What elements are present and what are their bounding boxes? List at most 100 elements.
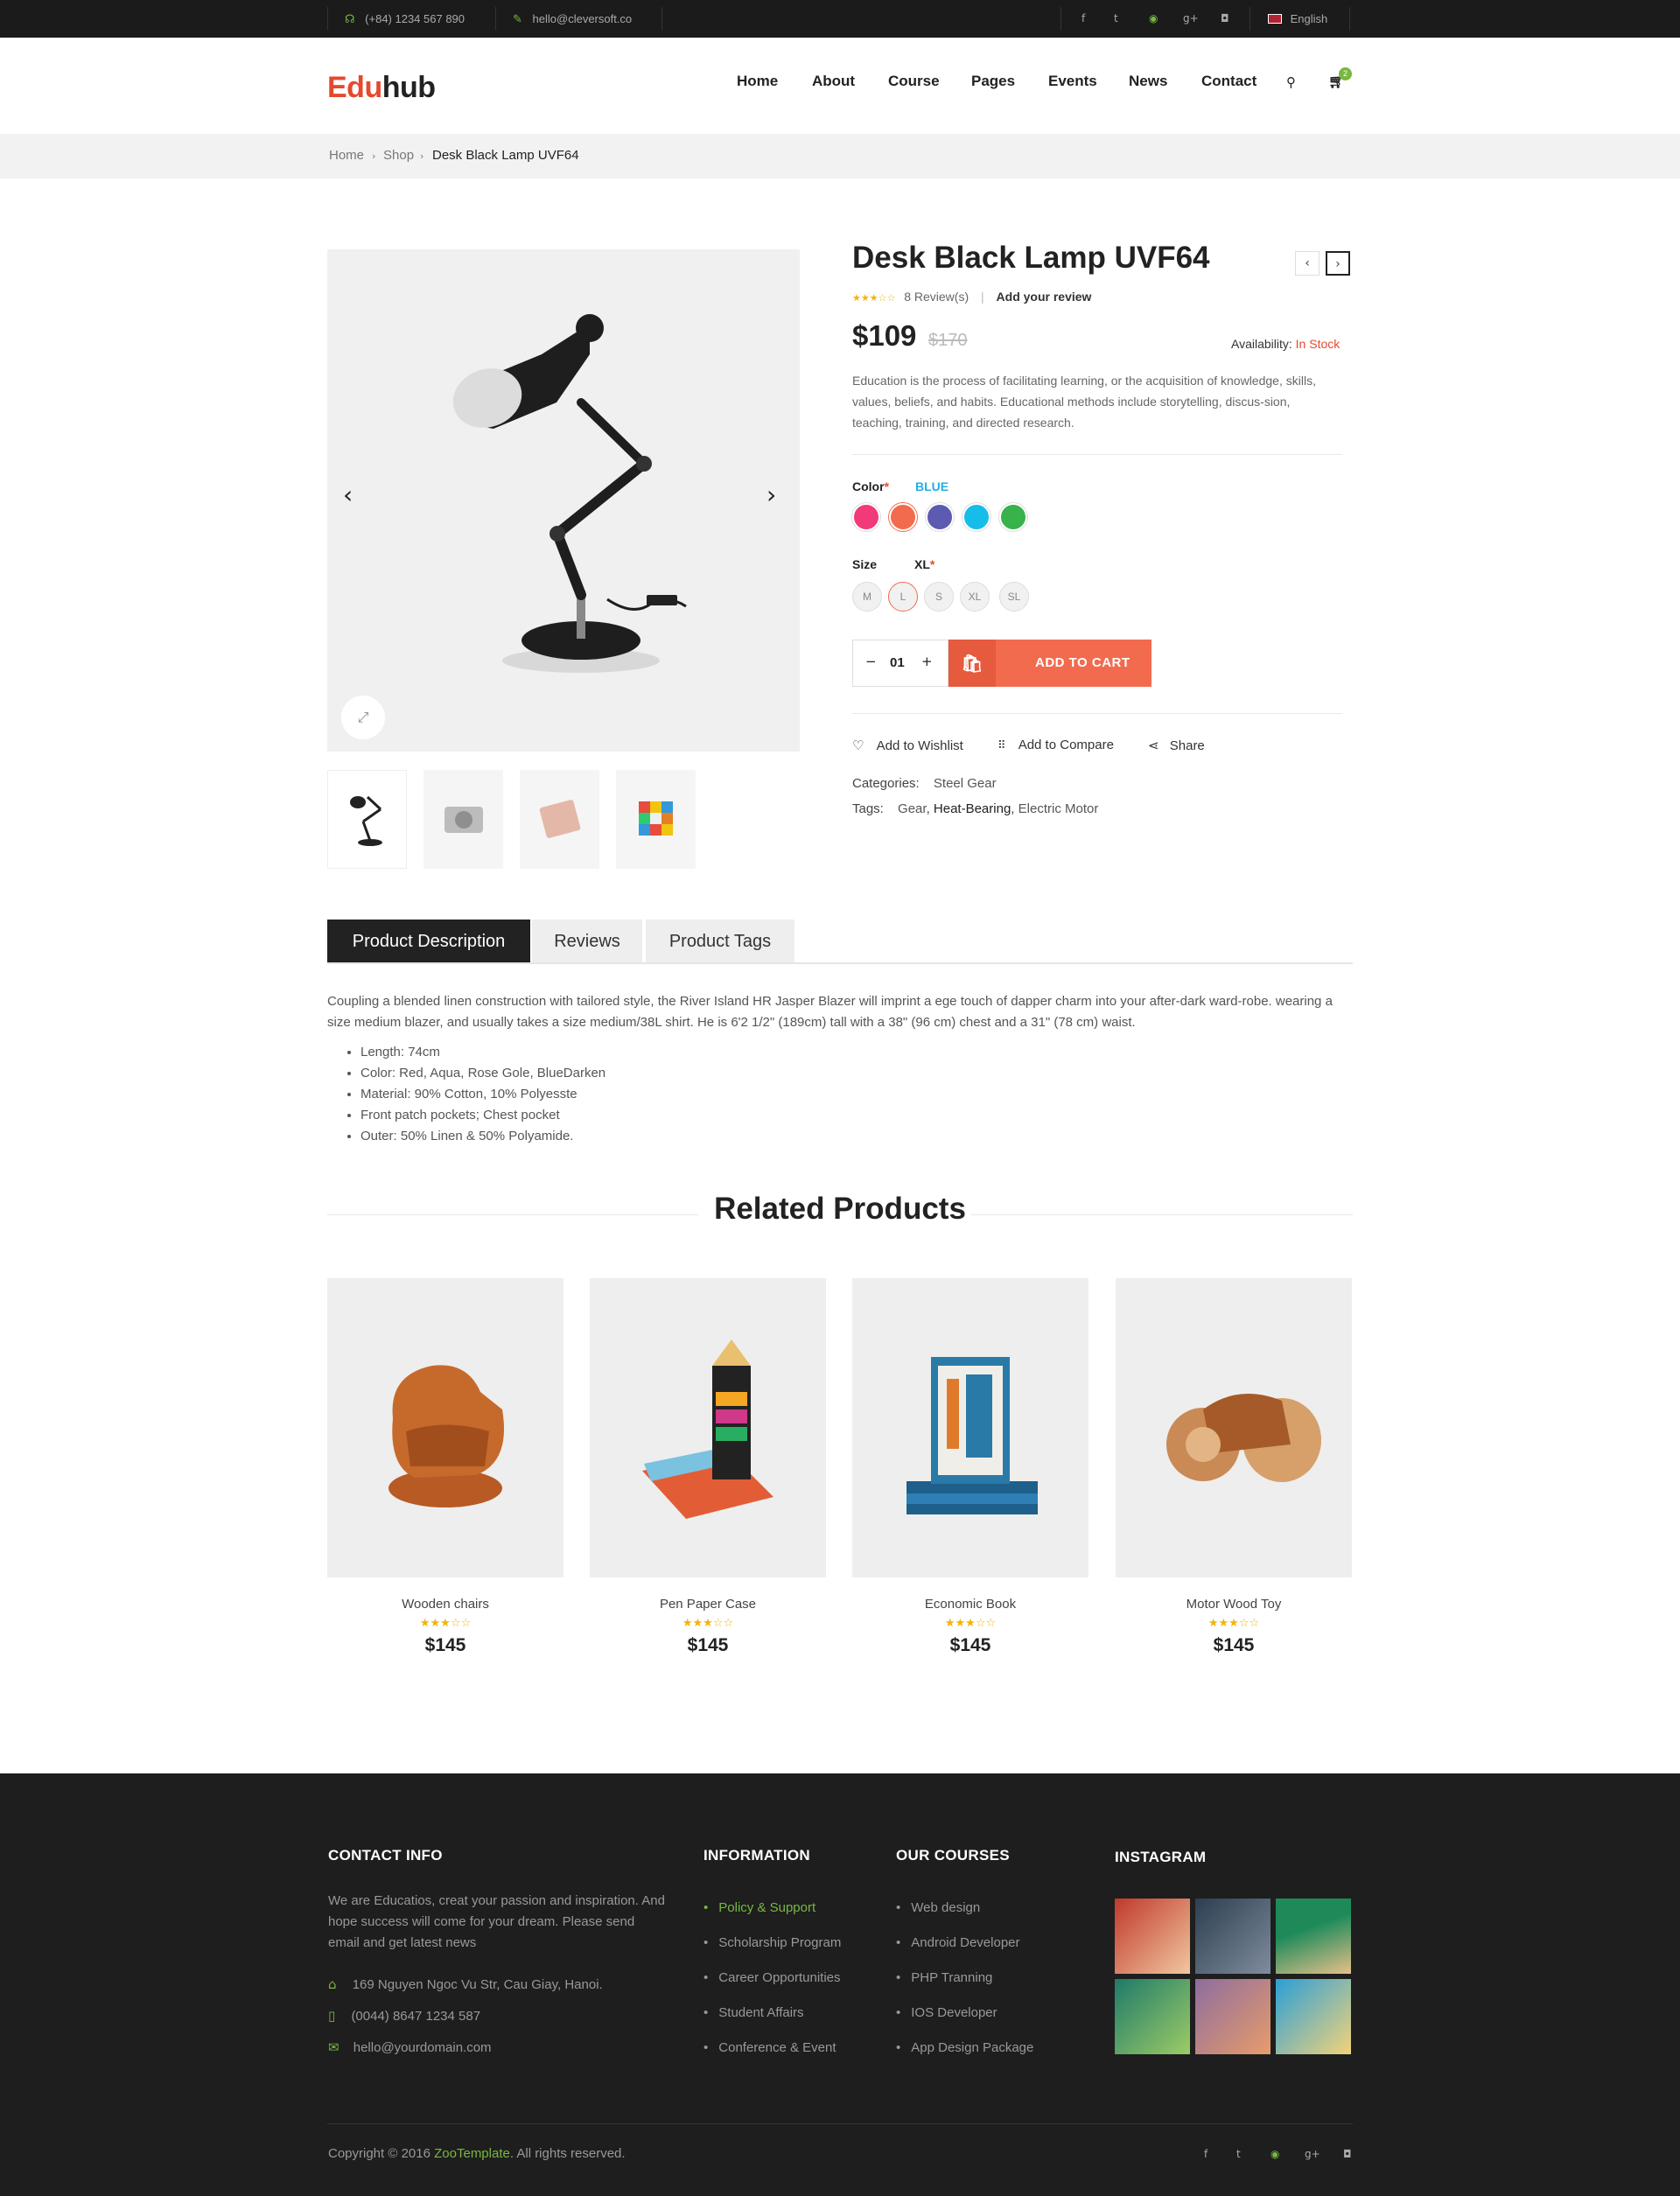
color-swatch-blue[interactable] [962,503,990,531]
related-product-name[interactable]: Motor Wood Toy [1116,1597,1352,1612]
facebook-icon[interactable]: f [1082,0,1085,38]
thumbnail-camera[interactable] [424,770,503,869]
product-title: Desk Black Lamp UVF64 [852,241,1210,275]
tag-link[interactable]: Gear [898,801,927,816]
related-product-name[interactable]: Pen Paper Case [590,1597,826,1612]
category-link[interactable]: Steel Gear [934,776,997,791]
product-rating: ★★★☆☆ 8 Review(s) | Add your review [852,290,1092,304]
twitter-icon[interactable]: t [1114,0,1118,38]
footer-link[interactable]: Student Affairs [704,1996,841,2031]
instagram-icon[interactable]: ◘ [1343,2148,1352,2160]
topbar-phone[interactable]: ☊ (+84) 1234 567 890 [345,0,465,38]
nav-pages[interactable]: Pages [971,73,1015,90]
prev-product-button[interactable]: ‹ [1295,251,1320,276]
review-count[interactable]: 8 Review(s) [904,290,969,304]
pinterest-icon[interactable]: ◉ [1149,0,1158,38]
minus-icon[interactable]: − [865,654,877,669]
size-xl[interactable]: XL [960,582,990,612]
nav-contact[interactable]: Contact [1201,73,1256,90]
nav-about[interactable]: About [812,73,855,90]
tag-link[interactable]: Heat-Bearing [934,801,1011,816]
color-swatch-green[interactable] [999,503,1027,531]
product-categories: Categories: Steel Gear [852,776,997,791]
footer-link[interactable]: App Design Package [896,2031,1033,2066]
breadcrumb-home[interactable]: Home [329,148,364,163]
add-review-link[interactable]: Add your review [997,290,1092,304]
related-product-image [590,1278,826,1577]
next-product-button[interactable]: › [1326,251,1350,276]
cube-thumbnail-image [639,801,673,836]
footer-link[interactable]: Scholarship Program [704,1926,841,1961]
color-swatch-purple[interactable] [926,503,954,531]
footer-link[interactable]: IOS Developer [896,1996,1033,2031]
plus-icon[interactable]: + [921,654,933,669]
product-short-description: Education is the process of facilitating… [852,374,1316,430]
availability: Availability: In Stock [1231,337,1340,351]
expand-icon[interactable]: ⤢ [341,696,385,739]
product-price: $109 [852,319,917,352]
size-m[interactable]: M [852,582,882,612]
breadcrumb: Home › Shop › Desk Black Lamp UVF64 [0,134,1680,178]
stock-status: In Stock [1295,337,1340,351]
footer-link[interactable]: PHP Tranning [896,1961,1033,1996]
related-product-name[interactable]: Wooden chairs [327,1597,564,1612]
breadcrumb-shop[interactable]: Shop [383,148,414,163]
site-header: Eduhub Home About Course Pages Events Ne… [0,38,1680,134]
thumbnail-cube[interactable] [616,770,696,869]
twitter-icon[interactable]: t [1236,2148,1241,2160]
related-product-name[interactable]: Economic Book [852,1597,1088,1612]
copyright-brand-link[interactable]: ZooTemplate [434,2146,510,2161]
related-product-card[interactable]: Pen Paper Case ★★★☆☆ $145 [590,1278,826,1656]
google-plus-icon[interactable]: g+ [1305,2148,1320,2160]
nav-events[interactable]: Events [1048,73,1097,90]
gallery-prev-arrow[interactable]: ‹ [343,480,353,509]
add-to-compare[interactable]: ⠿ Add to Compare [998,738,1114,752]
thumbnail-lamp[interactable] [327,770,407,869]
instagram-photo[interactable] [1276,1899,1351,1974]
google-plus-icon[interactable]: g+ [1183,0,1199,38]
quantity-value[interactable]: 01 [890,655,905,670]
instagram-photo[interactable] [1276,1979,1351,2054]
gallery-next-arrow[interactable]: › [766,480,776,509]
color-swatch-pink[interactable] [852,503,880,531]
pinterest-icon[interactable]: ◉ [1270,2148,1279,2160]
tab-reviews[interactable]: Reviews [532,920,642,963]
add-to-wishlist[interactable]: ♡ Add to Wishlist [852,738,963,753]
footer-link[interactable]: Web design [896,1891,1033,1926]
search-icon[interactable]: ⚲ [1286,74,1296,90]
instagram-icon[interactable]: ◘ [1221,0,1229,38]
footer-email[interactable]: ✉ hello@yourdomain.com [328,2039,492,2055]
footer-information-title: INFORMATION [704,1847,810,1864]
thumbnail-notebook[interactable] [520,770,599,869]
size-s[interactable]: S [924,582,954,612]
size-sl[interactable]: SL [999,582,1029,612]
footer-link[interactable]: Conference & Event [704,2031,841,2066]
facebook-icon[interactable]: f [1204,2148,1208,2160]
nav-home[interactable]: Home [737,73,778,90]
size-l[interactable]: L [888,582,918,612]
footer-link[interactable]: Career Opportunities [704,1961,841,1996]
add-to-cart-button[interactable]: 🛍︎ ADD TO CART [948,640,1152,687]
tab-product-tags[interactable]: Product Tags [646,920,794,963]
instagram-photo[interactable] [1195,1979,1270,2054]
footer-contact-text: We are Educatios, creat your passion and… [328,1893,665,1950]
related-product-card[interactable]: Wooden chairs ★★★☆☆ $145 [327,1278,564,1656]
instagram-photo[interactable] [1115,1979,1190,2054]
nav-news[interactable]: News [1129,73,1167,90]
tag-link[interactable]: Electric Motor [1018,801,1099,816]
logo[interactable]: Eduhub [327,71,436,105]
language-selector[interactable]: English [1268,0,1327,38]
share-button[interactable]: ⋖ Share [1148,738,1205,753]
related-product-price: $145 [1213,1635,1255,1655]
footer-courses-list: Web design Android Developer PHP Trannin… [896,1891,1033,2066]
instagram-photo[interactable] [1195,1899,1270,1974]
topbar-email[interactable]: ✎ hello@cleversoft.co [513,0,632,38]
related-product-card[interactable]: Economic Book ★★★☆☆ $145 [852,1278,1088,1656]
nav-course[interactable]: Course [888,73,940,90]
footer-link[interactable]: Policy & Support [704,1891,841,1926]
instagram-photo[interactable] [1115,1899,1190,1974]
related-product-card[interactable]: Motor Wood Toy ★★★☆☆ $145 [1116,1278,1352,1656]
tab-product-description[interactable]: Product Description [327,920,530,963]
color-swatch-orange[interactable] [889,503,917,531]
footer-link[interactable]: Android Developer [896,1926,1033,1961]
